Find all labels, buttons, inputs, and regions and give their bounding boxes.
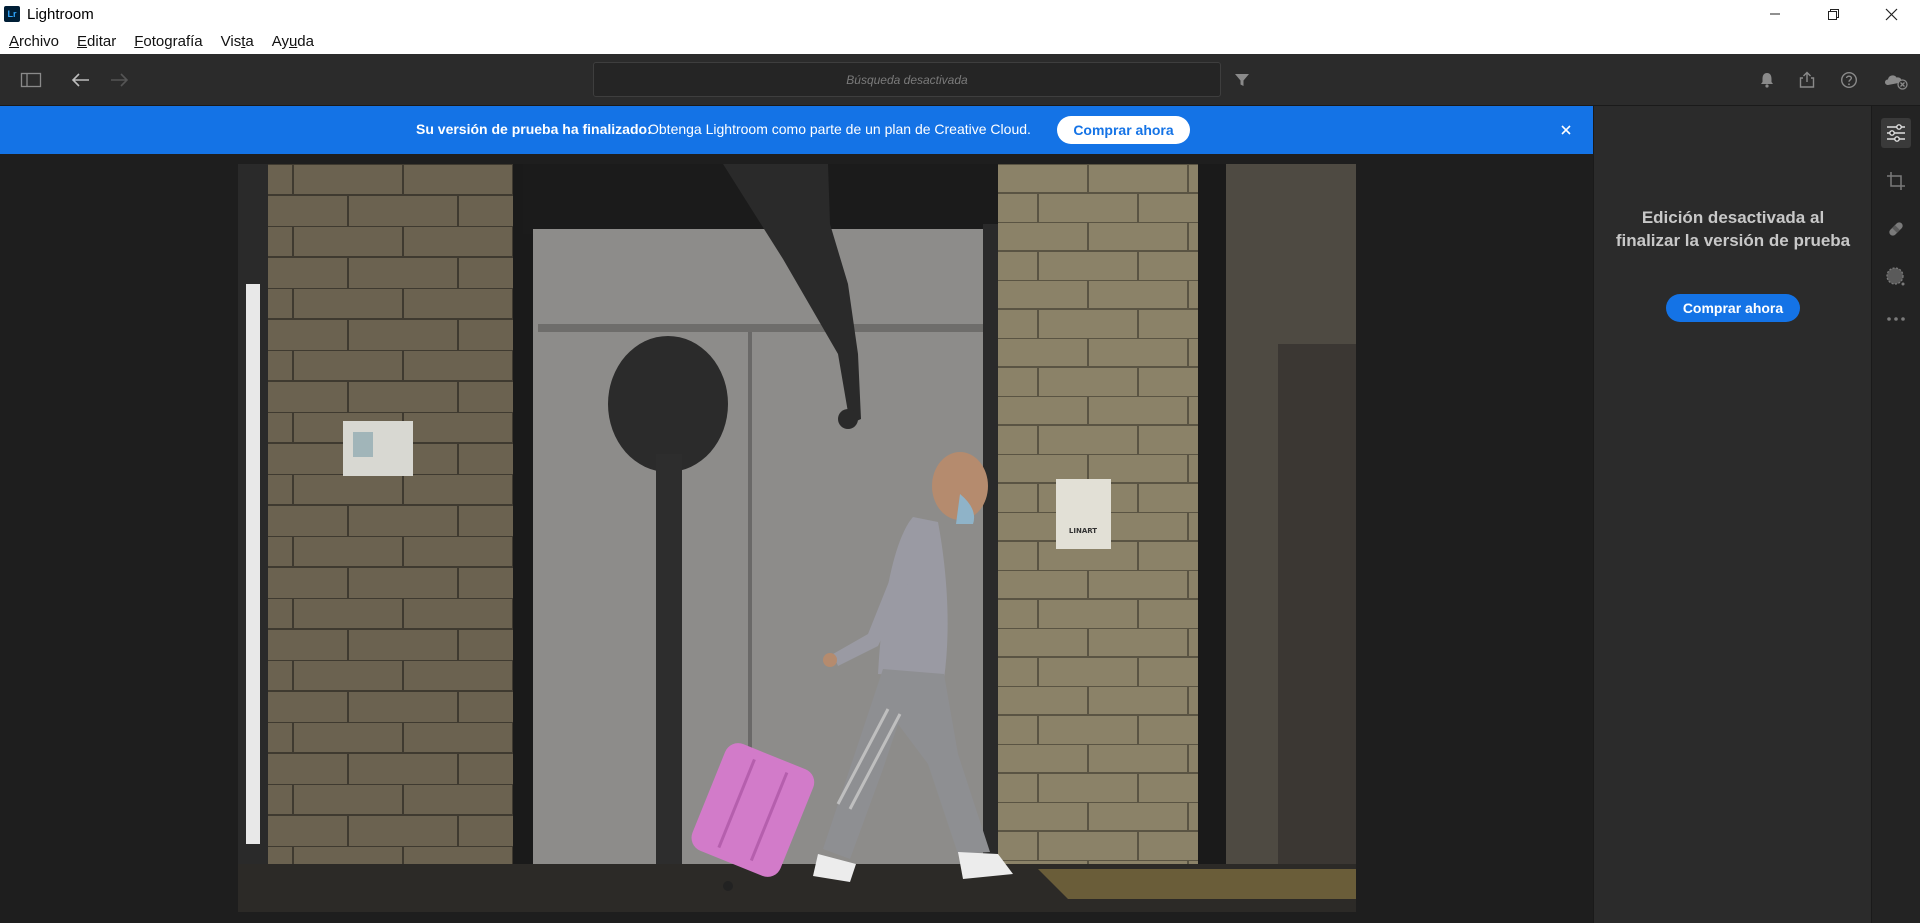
menu-vista-pre: Vis	[220, 32, 242, 50]
minimize-icon	[1770, 13, 1780, 15]
menu-fotografia-label: otografía	[143, 32, 203, 50]
title-bar: Lr Lightroom	[0, 0, 1920, 28]
trial-banner: Su versión de prueba ha finalizado: Obte…	[0, 106, 1593, 154]
menu-editar[interactable]: Editar	[68, 33, 125, 50]
menu-archivo-label: rchivo	[19, 32, 60, 50]
panel-buy-button[interactable]: Comprar ahora	[1666, 294, 1800, 322]
back-arrow-icon	[71, 73, 89, 87]
banner-buy-button[interactable]: Comprar ahora	[1057, 116, 1190, 144]
tool-strip	[1871, 106, 1920, 923]
close-icon	[1885, 8, 1897, 20]
share-icon	[1799, 71, 1815, 88]
forward-button[interactable]	[107, 68, 131, 92]
edit-disabled-line1: Edición desactivada al	[1641, 208, 1825, 227]
main-photo[interactable]: LINART	[238, 164, 1356, 912]
masking-tool-button[interactable]	[1881, 262, 1911, 292]
photo-viewer: LINART	[0, 154, 1593, 923]
restore-icon	[1827, 8, 1839, 20]
menu-archivo[interactable]: Archivo	[0, 33, 68, 50]
search-input[interactable]: Búsqueda desactivada	[593, 62, 1221, 97]
menu-fotografia[interactable]: Fotografía	[125, 33, 211, 50]
menu-bar: Archivo Editar Fotografía Vista Ayuda	[0, 28, 1920, 54]
edit-sliders-icon	[1887, 124, 1905, 142]
menu-editar-accel: E	[77, 32, 88, 50]
close-window-button[interactable]	[1862, 0, 1920, 28]
crop-icon	[1887, 172, 1905, 190]
banner-heading: Su versión de prueba ha finalizado:	[416, 121, 652, 137]
bell-icon	[1761, 73, 1773, 88]
search-placeholder: Búsqueda desactivada	[846, 72, 968, 87]
share-button[interactable]	[1795, 68, 1819, 92]
edit-disabled-line2: finalizar la versión de prueba	[1615, 231, 1851, 250]
menu-vista-label: a	[245, 32, 254, 50]
banner-message: Obtenga Lightroom como parte de un plan …	[648, 121, 1031, 137]
close-icon	[1561, 125, 1571, 135]
restore-button[interactable]	[1804, 0, 1862, 28]
menu-ayuda-label: da	[297, 32, 314, 50]
more-icon	[1887, 317, 1905, 321]
banner-close-button[interactable]	[1556, 120, 1576, 140]
healing-icon	[1889, 222, 1903, 236]
menu-archivo-accel: A	[9, 32, 20, 50]
menu-editar-label: ditar	[87, 32, 117, 50]
edit-panel: Edición desactivada al finalizar la vers…	[1593, 106, 1871, 923]
menu-ayuda[interactable]: Ayuda	[263, 33, 323, 50]
healing-tool-button[interactable]	[1881, 214, 1911, 244]
help-icon	[1840, 71, 1858, 89]
forward-arrow-icon	[111, 73, 129, 87]
menu-vista[interactable]: Vista	[212, 33, 263, 50]
edit-disabled-message: Edición desactivada al finalizar la vers…	[1594, 206, 1872, 252]
edit-tool-button[interactable]	[1881, 118, 1911, 148]
crop-tool-button[interactable]	[1881, 166, 1911, 196]
help-button[interactable]	[1837, 68, 1861, 92]
more-tools-button[interactable]	[1881, 304, 1911, 334]
notifications-button[interactable]	[1755, 68, 1779, 92]
window-title: Lightroom	[27, 5, 94, 23]
masking-icon	[1886, 267, 1905, 286]
filter-icon	[1235, 74, 1249, 86]
app-logo: Lr	[4, 6, 20, 22]
cloud-icon	[1885, 75, 1908, 90]
sidebar-toggle-button[interactable]	[19, 68, 43, 92]
sidebar-toggle-icon	[20, 72, 42, 88]
filter-button[interactable]	[1230, 68, 1254, 92]
window-controls	[1746, 0, 1920, 28]
cloud-sync-button[interactable]	[1882, 68, 1910, 92]
top-toolbar: Búsqueda desactivada	[0, 54, 1920, 106]
back-button[interactable]	[69, 68, 93, 92]
minimize-button[interactable]	[1746, 0, 1804, 28]
menu-ayuda-pre: Ay	[271, 32, 289, 50]
notice-text: LINART	[1069, 527, 1097, 535]
street-photo: LINART	[238, 164, 1356, 912]
